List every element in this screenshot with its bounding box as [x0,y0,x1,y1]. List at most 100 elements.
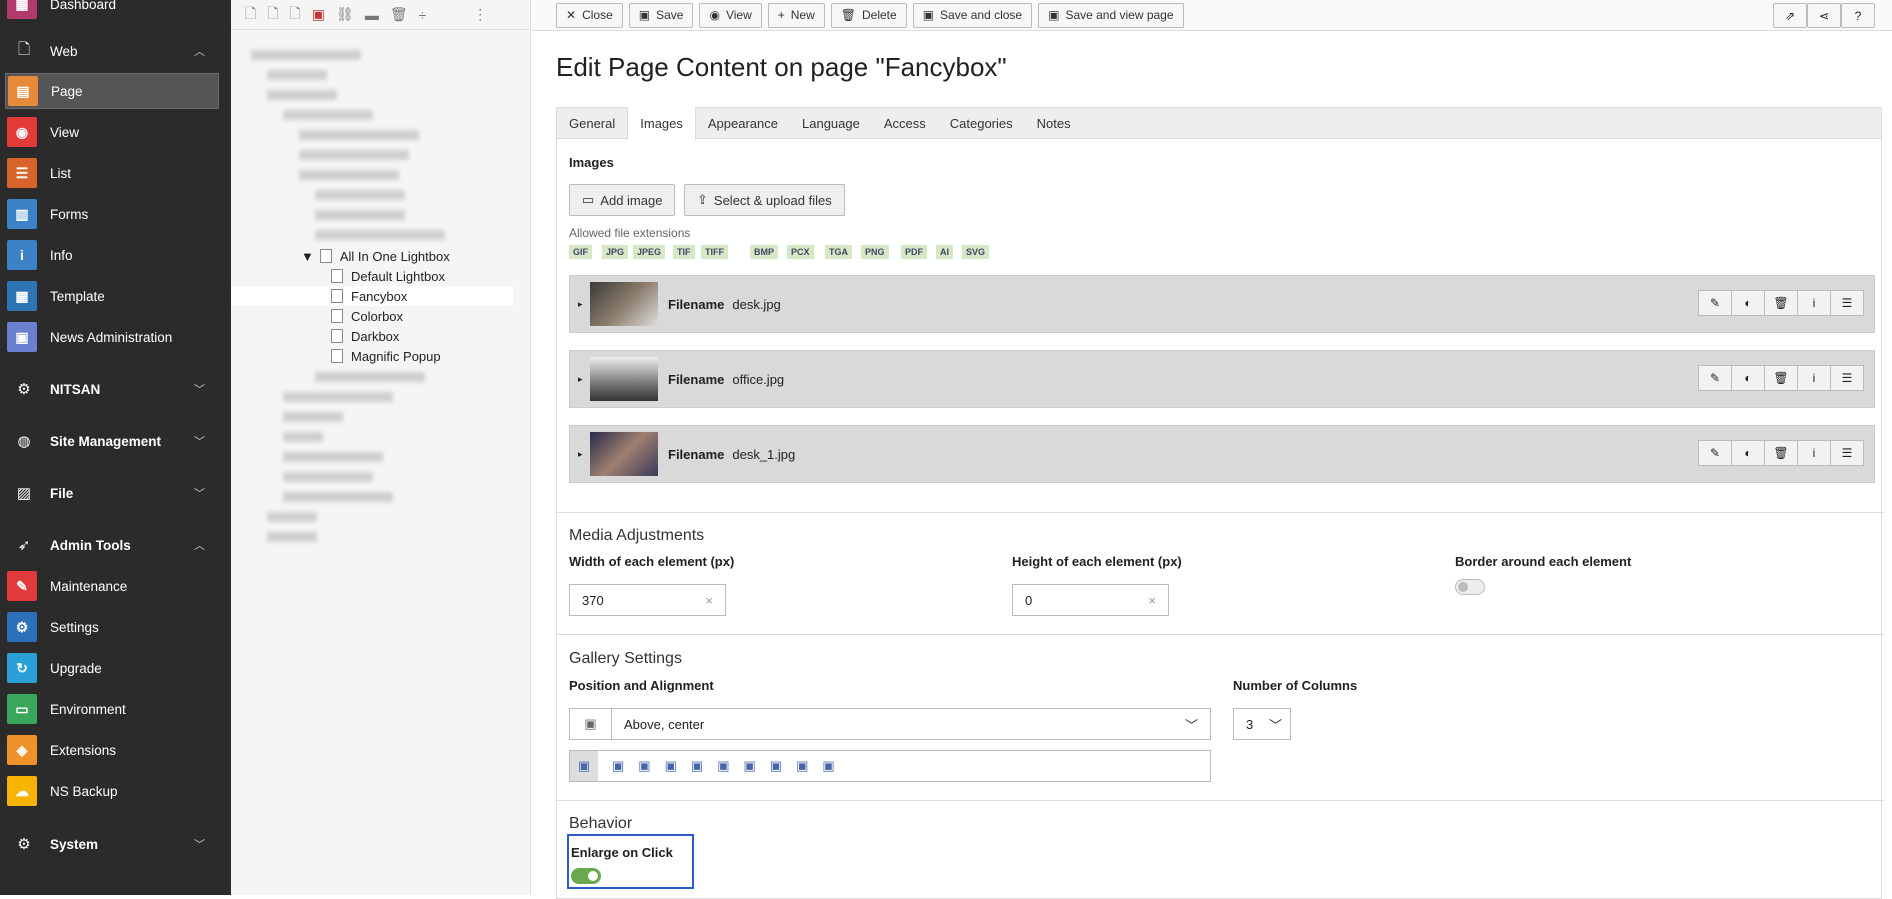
tab-access[interactable]: Access [872,108,938,139]
tab-general[interactable]: General [557,108,627,139]
module-nsbackup[interactable]: ☁ NS Backup [5,773,219,809]
add-image-button[interactable]: ▭ Add image [569,184,676,216]
module-forms[interactable]: ▥ Forms [5,196,219,232]
columns-select[interactable]: 3 ﹀ [1233,708,1291,740]
info-icon[interactable]: i [1797,365,1831,391]
border-toggle[interactable] [1455,579,1485,595]
tree-node-parent[interactable]: ▼ All In One Lightbox [301,246,450,266]
toggle-visibility-icon[interactable]: ◐ [1731,290,1765,316]
info-icon[interactable]: i [1797,440,1831,466]
edit-icon[interactable]: ✎ [1698,365,1732,391]
new-page-special-icon[interactable]: 🗋 [267,3,278,27]
tree-node[interactable]: Default Lightbox [331,266,445,286]
position-select[interactable]: ▣ Above, center ﹀ [569,708,1211,740]
drag-handle-icon[interactable]: ☰ [1830,365,1864,391]
align-above-left-icon[interactable]: ▣ [638,758,650,774]
view-button[interactable]: ◉ View [699,2,762,28]
module-extensions[interactable]: ◈ Extensions [5,732,219,768]
group-site-management[interactable]: ◍ Site Management ﹀ [0,426,231,456]
align-above-center-icon[interactable]: ▣ [570,751,598,781]
module-maintenance[interactable]: ✎ Maintenance [5,568,219,604]
module-news[interactable]: ▣ News Administration [5,319,219,355]
edit-icon[interactable]: ✎ [1698,440,1732,466]
tree-node[interactable]: Darkbox [331,326,399,346]
group-system[interactable]: ⚙ System ﹀ [0,829,231,859]
align-above-right-icon[interactable]: ▣ [612,758,624,774]
toggle-visibility-icon[interactable]: ◐ [1731,440,1765,466]
tab-appearance[interactable]: Appearance [696,108,790,139]
more-icon[interactable]: ⋮ [473,6,487,23]
save-button[interactable]: ▣ Save [628,2,694,28]
align-beside-right-icon[interactable]: ▣ [796,758,808,774]
group-file[interactable]: ▨ File ﹀ [0,478,231,508]
align-beside-left-icon[interactable]: ▣ [822,758,834,774]
align-intext-right-icon[interactable]: ▣ [743,758,755,774]
clear-icon[interactable]: × [1148,593,1156,608]
share-button[interactable]: ⋖ [1807,3,1841,28]
tree-node-selected[interactable]: Fancybox [231,286,513,306]
link-icon[interactable]: ⛓ [336,6,354,23]
edit-icon[interactable]: ✎ [1698,290,1732,316]
trash-icon[interactable]: 🗑 [1764,365,1798,391]
blurred-node [267,532,317,542]
module-template[interactable]: ▦ Template [5,278,219,314]
module-info[interactable]: i Info [5,237,219,273]
trash-icon[interactable]: 🗑 [1764,290,1798,316]
align-below-right-icon[interactable]: ▣ [691,758,703,774]
toggle-visibility-icon[interactable]: ◐ [1731,365,1765,391]
page-shortcut-icon[interactable]: 🗋 [290,3,301,27]
new-page-icon[interactable]: 🗋 [245,3,256,27]
chevron-up-icon: ︿ [194,540,205,552]
folder-icon[interactable]: ▬ [365,7,379,23]
clear-icon[interactable]: × [705,593,713,608]
divider-icon[interactable]: ÷ [419,7,427,23]
height-input[interactable]: 0 × [1012,584,1169,616]
drag-handle-icon[interactable]: ☰ [1830,440,1864,466]
group-web[interactable]: 🗋 Web ︿ [0,36,231,66]
help-button[interactable]: ? [1841,3,1875,28]
tab-language[interactable]: Language [790,108,872,139]
save-view-button[interactable]: ▣ Save and view page [1038,2,1184,28]
refresh-icon: ↻ [7,653,37,683]
align-below-left-icon[interactable]: ▣ [717,758,729,774]
module-list[interactable]: ☰ List [5,155,219,191]
module-page[interactable]: ▤ Page [5,73,219,109]
expand-caret-icon[interactable]: ▸ [578,374,583,385]
tab-notes[interactable]: Notes [1025,108,1083,139]
align-intext-left-icon[interactable]: ▣ [770,758,782,774]
close-button[interactable]: ✕ Close [556,2,623,28]
file-reference-row[interactable]: ▸ Filename desk_1.jpg ✎ ◐ 🗑 i ☰ [569,425,1875,483]
blurred-node [283,432,323,442]
module-upgrade[interactable]: ↻ Upgrade [5,650,219,686]
row-controls: ✎ ◐ 🗑 i ☰ [1698,290,1864,316]
tree-node[interactable]: Colorbox [331,306,403,326]
module-view[interactable]: ◉ View [5,114,219,150]
expand-caret-icon[interactable]: ▸ [578,299,583,310]
module-environment[interactable]: ▭ Environment [5,691,219,727]
blurred-node [283,452,383,462]
select-upload-button[interactable]: ⇪ Select & upload files [684,184,845,216]
delete-button[interactable]: 🗑 Delete [830,2,907,28]
file-reference-row[interactable]: ▸ Filename desk.jpg ✎ ◐ 🗑 i ☰ [569,275,1875,333]
page-red-icon[interactable]: ▣ [312,6,325,23]
new-button[interactable]: + New [767,2,825,28]
trash-icon[interactable]: 🗑 [390,6,408,23]
enlarge-toggle[interactable] [571,868,601,884]
width-input[interactable]: 370 × [569,584,726,616]
tab-categories[interactable]: Categories [938,108,1025,139]
group-nitsan[interactable]: ⚙ NITSAN ﹀ [0,374,231,404]
module-settings[interactable]: ⚙ Settings [5,609,219,645]
save-close-button[interactable]: ▣ Save and close [912,2,1033,28]
expand-triangle-icon[interactable]: ▼ [301,249,314,264]
module-dashboard[interactable]: ▦ Dashboard [5,0,219,22]
group-admin-tools[interactable]: ➶ Admin Tools ︿ [0,530,231,560]
expand-caret-icon[interactable]: ▸ [578,449,583,460]
tree-node[interactable]: Magnific Popup [331,346,441,366]
info-icon[interactable]: i [1797,290,1831,316]
open-new-window-button[interactable]: ⇗ [1773,3,1807,28]
drag-handle-icon[interactable]: ☰ [1830,290,1864,316]
trash-icon[interactable]: 🗑 [1764,440,1798,466]
file-reference-row[interactable]: ▸ Filename office.jpg ✎ ◐ 🗑 i ☰ [569,350,1875,408]
align-below-center-icon[interactable]: ▣ [665,758,677,774]
tab-images[interactable]: Images [627,107,696,140]
